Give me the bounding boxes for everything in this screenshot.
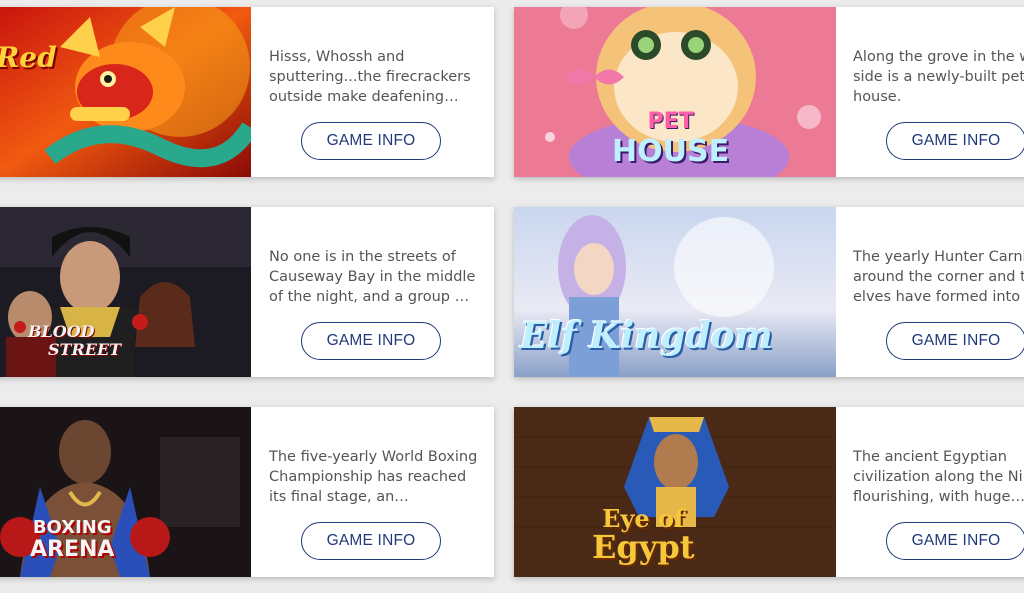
- game-description: The five-yearly World Boxing Championshi…: [269, 449, 478, 505]
- game-thumbnail-pet-house[interactable]: PET HOUSE: [514, 7, 836, 177]
- game-title-logo: BOXING ARENA: [30, 517, 115, 562]
- game-card: BOXING ARENA The five-yearly World Boxin…: [0, 407, 494, 577]
- game-title-logo: Eye of Egypt: [592, 504, 695, 566]
- game-card: Red Hisss, Whossh and sputtering...the f…: [0, 7, 494, 177]
- game-card: Elf Kingdom The yearly Hunter Carni arou…: [514, 207, 1024, 377]
- game-title-logo: Red: [0, 41, 57, 74]
- game-card: PET HOUSE Along the grove in the w side …: [514, 7, 1024, 177]
- game-thumbnail-red[interactable]: Red: [0, 7, 251, 177]
- game-description: Along the grove in the w side is a newly…: [853, 49, 1024, 105]
- game-card: BLOOD STREET No one is in the streets of…: [0, 207, 494, 377]
- game-info-button[interactable]: GAME INFO: [301, 522, 441, 560]
- game-info-button[interactable]: GAME INFO: [886, 122, 1024, 160]
- game-thumbnail-eye-of-egypt[interactable]: Eye of Egypt: [514, 407, 836, 577]
- game-description: The yearly Hunter Carni around the corne…: [853, 249, 1024, 305]
- game-title-logo: BLOOD STREET: [28, 322, 122, 359]
- game-description: Hisss, Whossh and sputtering...the firec…: [269, 49, 471, 105]
- game-info-button[interactable]: GAME INFO: [886, 522, 1024, 560]
- game-description: No one is in the streets of Causeway Bay…: [269, 249, 476, 305]
- game-thumbnail-blood-street[interactable]: BLOOD STREET: [0, 207, 251, 377]
- game-thumbnail-boxing-arena[interactable]: BOXING ARENA: [0, 407, 251, 577]
- game-info-button[interactable]: GAME INFO: [301, 122, 441, 160]
- game-info-button[interactable]: GAME INFO: [301, 322, 441, 360]
- game-description: The ancient Egyptian civilization along …: [853, 449, 1024, 505]
- game-card: Eye of Egypt The ancient Egyptian civili…: [514, 407, 1024, 577]
- game-title-logo: PET HOUSE: [612, 109, 730, 169]
- game-info-button[interactable]: GAME INFO: [886, 322, 1024, 360]
- game-title-logo: Elf Kingdom: [520, 315, 773, 357]
- game-thumbnail-elf-kingdom[interactable]: Elf Kingdom: [514, 207, 836, 377]
